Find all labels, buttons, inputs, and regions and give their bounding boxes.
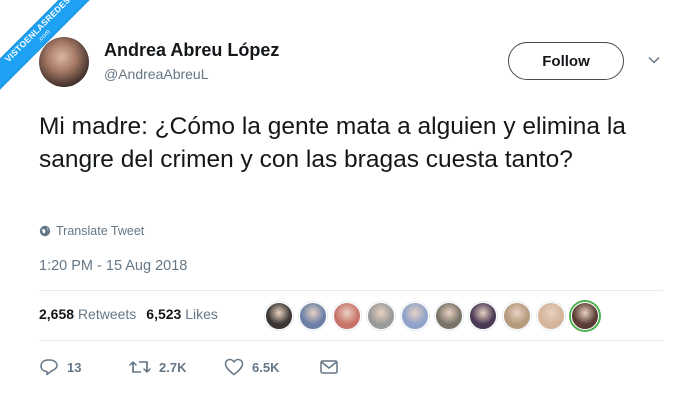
translate-label: Translate Tweet [56, 224, 145, 238]
likes-label: Likes [185, 306, 218, 322]
retweet-button[interactable]: 2.7K [129, 359, 224, 375]
like-count: 6.5K [252, 359, 280, 375]
globe-icon [39, 225, 51, 237]
chevron-down-icon[interactable] [647, 53, 661, 67]
envelope-icon [320, 360, 338, 374]
avatar[interactable] [39, 37, 89, 87]
reply-count: 13 [67, 359, 82, 375]
retweets-stat[interactable]: 2,658 Retweets [39, 306, 136, 322]
liker-avatar[interactable] [401, 302, 429, 330]
reply-icon [40, 359, 58, 376]
tweet-text: Mi madre: ¿Cómo la gente mata a alguien … [39, 113, 626, 173]
liker-avatar[interactable] [367, 302, 395, 330]
divider-bottom [39, 340, 663, 341]
tweet-timestamp[interactable]: 1:20 PM - 15 Aug 2018 [39, 258, 187, 274]
reply-button[interactable]: 13 [39, 358, 129, 376]
liker-avatar[interactable] [333, 302, 361, 330]
liker-avatar[interactable] [537, 302, 565, 330]
liker-avatars [265, 302, 599, 330]
like-button[interactable]: 6.5K [224, 358, 319, 376]
liker-avatar[interactable] [265, 302, 293, 330]
liker-avatar[interactable] [503, 302, 531, 330]
retweets-count: 2,658 [39, 306, 75, 322]
likes-stat[interactable]: 6,523 Likes [146, 306, 218, 322]
display-name[interactable]: Andrea Abreu López [104, 40, 279, 61]
liker-avatar[interactable] [469, 302, 497, 330]
retweets-label: Retweets [77, 306, 137, 322]
likes-count: 6,523 [146, 306, 182, 322]
user-handle[interactable]: @AndreaAbreuL [104, 66, 209, 82]
liker-avatar[interactable] [299, 302, 327, 330]
retweet-icon [129, 361, 151, 373]
follow-button[interactable]: Follow [508, 42, 624, 80]
translate-tweet-link[interactable]: Translate Tweet [39, 224, 144, 238]
retweet-count: 2.7K [159, 359, 187, 375]
direct-message-button[interactable] [319, 359, 339, 375]
tweet-actions: 13 2.7K 6.5K [39, 358, 339, 376]
liker-avatar[interactable] [435, 302, 463, 330]
tweet-stats: 2,658 Retweets 6,523 Likes [39, 306, 218, 322]
divider-top [39, 290, 663, 291]
liker-avatar[interactable] [571, 302, 599, 330]
heart-icon [224, 358, 244, 376]
